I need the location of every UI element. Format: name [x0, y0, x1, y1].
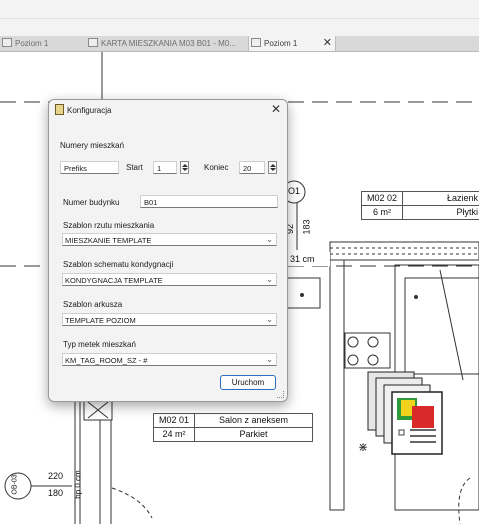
room-area: 24 m² — [154, 428, 195, 441]
dialog-title-bar: Konfiguracja — [55, 104, 111, 118]
close-icon[interactable]: ✕ — [271, 102, 281, 116]
start-input[interactable]: 1 — [153, 161, 177, 174]
tab-poziom-1[interactable]: Poziom 1 — [0, 36, 85, 51]
storey-template-label: Szablon schematu kondygnacji — [63, 260, 174, 269]
spinner-up-icon[interactable] — [270, 164, 276, 167]
dimension-183: 183 — [301, 219, 312, 235]
floor-plan-icon — [251, 38, 261, 47]
plan-template-label: Szablon rzutu mieszkania — [63, 221, 155, 230]
tag-type-label: Typ metek mieszkań — [63, 340, 136, 349]
label-220: 220 — [48, 471, 64, 481]
room-name: Łazienk — [446, 193, 478, 203]
chevron-down-icon: ⌄ — [266, 355, 273, 364]
room-finish: Płytki — [456, 207, 478, 217]
spinner-down-icon[interactable] — [270, 168, 276, 171]
room-number: M02 01 — [154, 414, 195, 427]
floor-plan-icon — [2, 38, 12, 47]
room-tag-m02-02[interactable]: M02 02 Łazienk 6 m² Płytki — [361, 191, 479, 220]
prefix-input[interactable]: Prefiks — [60, 161, 119, 174]
tab-poziom-1-active[interactable]: Poziom 1 ✕ — [248, 36, 336, 51]
start-label: Start — [126, 163, 143, 172]
plan-template-select[interactable]: MIESZKANIE TEMPLATE ⌄ — [62, 233, 277, 246]
end-spinner[interactable] — [268, 161, 277, 174]
building-label: Numer budynku — [63, 198, 120, 207]
spinner-down-icon[interactable] — [182, 168, 188, 171]
app-toolbar — [0, 0, 479, 37]
start-spinner[interactable] — [180, 161, 189, 174]
grid-bubble-label: O1 — [288, 186, 301, 196]
building-input[interactable]: B01 — [140, 195, 278, 208]
label-180: 180 — [48, 488, 64, 498]
sheet-template-label: Szablon arkusza — [63, 300, 123, 309]
end-label: Koniec — [204, 163, 229, 172]
documents-icon[interactable] — [366, 368, 454, 464]
tab-karta-mieszkania[interactable]: KARTA MIESZKANIA M03 B01 - M0... — [86, 36, 246, 51]
view-tab-bar: Poziom 1 KARTA MIESZKANIA M03 B01 - M0..… — [0, 36, 479, 52]
spinner-up-icon[interactable] — [182, 164, 188, 167]
dialog-title: Konfiguracja — [67, 106, 112, 115]
chevron-down-icon: ⌄ — [266, 275, 273, 284]
end-input[interactable]: 20 — [239, 161, 265, 174]
sheet-template-select[interactable]: TEMPLATE POZIOM ⌄ — [62, 313, 277, 326]
label-hp-0cm: hp 0 cm — [73, 470, 83, 499]
room-number: M02 02 — [362, 192, 404, 205]
chevron-down-icon: ⌄ — [266, 235, 273, 244]
chevron-down-icon: ⌄ — [266, 315, 273, 324]
room-name: Salon z aneksem — [218, 415, 289, 425]
room-tag-m02-01[interactable]: M02 01 Salon z aneksem 24 m² Parkiet — [153, 413, 313, 442]
resize-grip[interactable] — [277, 391, 284, 398]
configuration-dialog: Konfiguracja ✕ Numery mieszkań Prefiks S… — [48, 99, 288, 402]
tag-type-select[interactable]: KM_TAG_ROOM_SZ - # ⌄ — [62, 353, 277, 366]
document-icon — [55, 104, 64, 115]
run-button[interactable]: Uruchom — [220, 375, 276, 390]
sheet-icon — [88, 38, 98, 47]
close-tab-icon[interactable]: ✕ — [323, 36, 332, 51]
label-ob-03: OB-03 — [11, 474, 19, 495]
numbers-section-label: Numery mieszkań — [60, 141, 125, 150]
room-area: 6 m² — [362, 206, 404, 219]
dimension-31cm: 31 cm — [290, 254, 315, 264]
room-finish: Parkiet — [239, 429, 268, 439]
storey-template-select[interactable]: KONDYGNACJA TEMPLATE ⌄ — [62, 273, 277, 286]
